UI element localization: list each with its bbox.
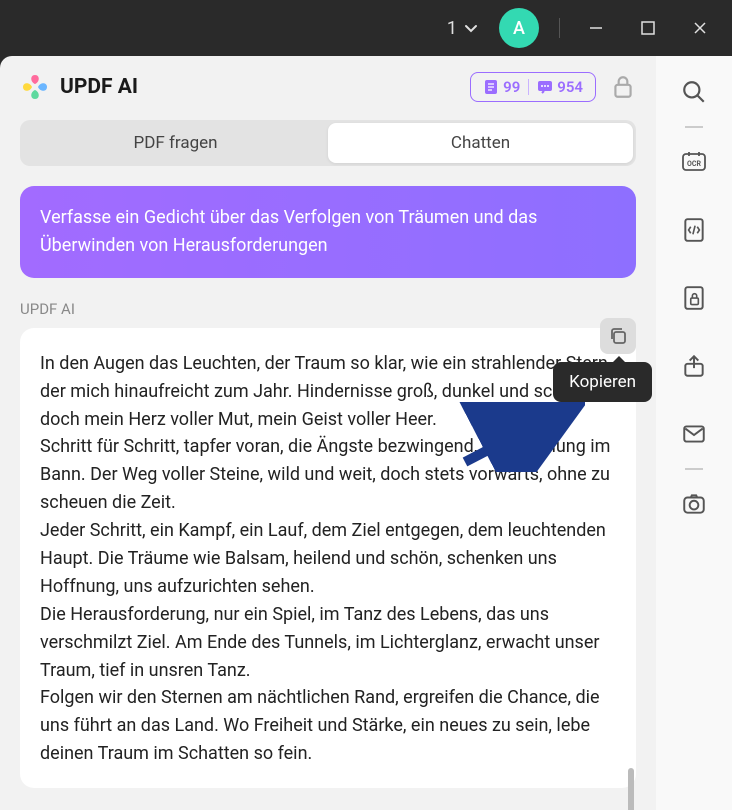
tool-sidebar: OCR <box>656 56 732 810</box>
svg-text:OCR: OCR <box>687 160 701 168</box>
ai-response: In den Augen das Leuchten, der Traum so … <box>20 328 636 788</box>
response-container: Kopieren In den Augen das Leuchten, der … <box>20 328 636 788</box>
minimize-button[interactable] <box>580 12 612 44</box>
response-paragraph: Jeder Schritt, ein Kampf, ein Lauf, dem … <box>40 517 616 601</box>
ocr-icon[interactable]: OCR <box>678 146 710 178</box>
copy-tooltip: Kopieren <box>553 362 652 402</box>
avatar[interactable]: A <box>499 8 539 48</box>
response-paragraph: In den Augen das Leuchten, der Traum so … <box>40 350 616 434</box>
panel-header: UPDF AI 99 954 <box>20 72 636 102</box>
tab-pdf-fragen[interactable]: PDF fragen <box>23 123 328 163</box>
search-icon[interactable] <box>678 76 710 108</box>
screenshot-icon[interactable] <box>678 488 710 520</box>
tab-chatten[interactable]: Chatten <box>328 123 633 163</box>
credit-chat-count: 954 <box>557 78 583 96</box>
close-button[interactable] <box>684 12 716 44</box>
credit-doc-count: 99 <box>503 78 520 96</box>
copy-icon <box>608 326 628 346</box>
user-prompt: Verfasse ein Gedicht über das Verfolgen … <box>20 186 636 278</box>
ai-sender-label: UPDF AI <box>20 300 636 318</box>
divider <box>685 468 703 470</box>
app-title: UPDF AI <box>60 75 138 99</box>
mode-tabs: PDF fragen Chatten <box>20 120 636 166</box>
titlebar: 1 A <box>0 0 732 56</box>
maximize-button[interactable] <box>632 12 664 44</box>
response-paragraph: Folgen wir den Sternen am nächtlichen Ra… <box>40 684 616 768</box>
mail-icon[interactable] <box>678 418 710 450</box>
chat-panel: UPDF AI 99 954 <box>0 56 656 810</box>
tab-count[interactable]: 1 <box>447 18 479 39</box>
divider <box>559 18 560 38</box>
credits-badge[interactable]: 99 954 <box>470 72 596 102</box>
divider <box>528 79 529 95</box>
copy-button[interactable] <box>600 318 636 354</box>
chevron-down-icon <box>463 20 479 36</box>
updf-logo-icon <box>20 72 50 102</box>
protect-icon[interactable] <box>678 282 710 314</box>
response-paragraph: Schritt für Schritt, tapfer voran, die Ä… <box>40 433 616 517</box>
tab-count-value: 1 <box>447 18 457 39</box>
convert-icon[interactable] <box>678 214 710 246</box>
chat-icon <box>537 79 553 95</box>
divider <box>685 126 703 128</box>
share-icon[interactable] <box>678 350 710 382</box>
document-icon <box>483 79 499 95</box>
lock-icon[interactable] <box>610 74 636 100</box>
response-paragraph: Die Herausforderung, nur ein Spiel, im T… <box>40 601 616 685</box>
avatar-letter: A <box>513 18 525 39</box>
scrollbar[interactable] <box>628 768 634 788</box>
